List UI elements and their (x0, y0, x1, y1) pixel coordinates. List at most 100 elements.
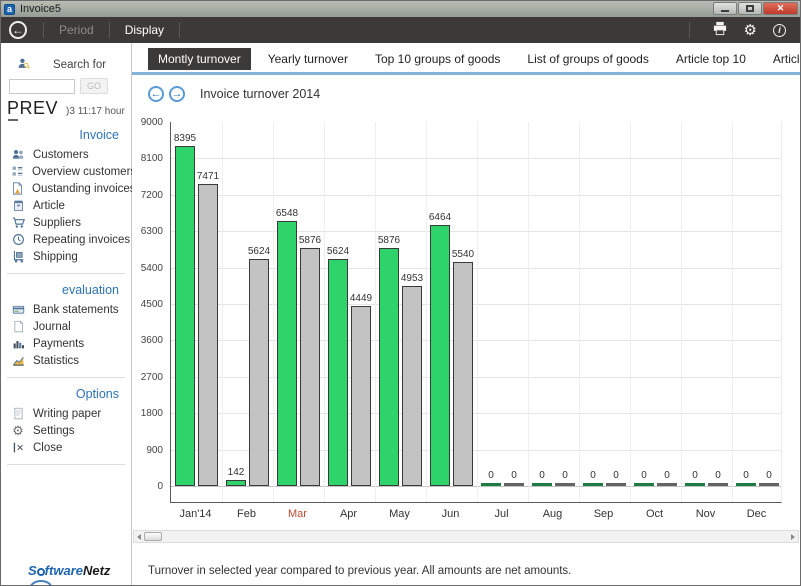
prev-year-button[interactable]: ← (148, 86, 164, 102)
payments-icon (11, 337, 25, 351)
y-tick-label: 7200 (141, 190, 163, 201)
close-app-icon (11, 441, 25, 455)
sidebar-divider (7, 377, 125, 378)
bar-current-Nov (685, 483, 705, 486)
app-window: a Invoice5 ✕ ← Period Display ⚙ i (0, 0, 801, 586)
search-input[interactable] (9, 79, 75, 94)
softwarenetz-logo: SftwareNetz (28, 563, 110, 578)
tab-article[interactable]: Article (763, 48, 801, 70)
bar-previous-Nov (708, 483, 728, 486)
partial-circle-decoration (29, 580, 53, 586)
bar-current-Jan'14 (175, 146, 195, 486)
horizontal-scrollbar[interactable] (133, 530, 799, 543)
minimize-button[interactable] (713, 2, 737, 15)
x-axis-label-Jan'14: Jan'14 (170, 508, 221, 520)
x-axis-label-May: May (374, 508, 425, 520)
y-tick-label: 3600 (141, 335, 163, 346)
sidebar-item-repeating-invoices[interactable]: Repeating invoices (1, 231, 131, 248)
printer-icon[interactable] (712, 21, 728, 39)
sidebar-item-payments[interactable]: Payments (1, 335, 131, 352)
gear-icon[interactable]: ⚙ (744, 23, 757, 38)
suppliers-icon (11, 216, 25, 230)
main-content: Montly turnover Yearly turnover Top 10 g… (132, 43, 801, 586)
scrollbar-thumb[interactable] (144, 532, 162, 541)
go-button[interactable]: GO (80, 78, 108, 94)
bar-current-Sep (583, 483, 603, 486)
bar-value-label: 5624 (318, 246, 358, 257)
gridline (171, 158, 781, 159)
repeating-invoices-icon (11, 233, 25, 247)
gridline (630, 122, 631, 502)
x-axis-labels: Jan'14FebMarAprMayJunJulAugSepOctNovDec (170, 508, 782, 524)
tab-underline (132, 72, 801, 75)
scrollbar-left-arrow-icon[interactable] (137, 534, 141, 540)
tab-article-top10[interactable]: Article top 10 (666, 48, 756, 70)
titlebar: a Invoice5 ✕ (1, 1, 800, 17)
bar-value-label: 8395 (165, 133, 205, 144)
tab-yearly-turnover[interactable]: Yearly turnover (258, 48, 358, 70)
bar-previous-Oct (657, 483, 677, 486)
x-axis-label-Sep: Sep (578, 508, 629, 520)
shipping-icon (11, 250, 25, 264)
toolbar: ← Period Display ⚙ i (1, 17, 800, 43)
scrollbar-right-arrow-icon[interactable] (791, 534, 795, 540)
bar-current-Oct (634, 483, 654, 486)
x-axis-label-Jun: Jun (425, 508, 476, 520)
journal-icon (11, 320, 25, 334)
x-axis-label-Apr: Apr (323, 508, 374, 520)
bar-value-label: 5876 (369, 235, 409, 246)
bar-current-Feb (226, 480, 246, 486)
tab-bar: Montly turnover Yearly turnover Top 10 g… (148, 48, 801, 70)
person-search-icon (11, 51, 35, 75)
window-title: Invoice5 (20, 3, 61, 15)
sidebar-item-suppliers[interactable]: Suppliers (1, 214, 131, 231)
sidebar-item-close[interactable]: Close (1, 439, 131, 456)
back-button[interactable]: ← (9, 21, 27, 39)
outstanding-invoices-icon (11, 182, 24, 196)
menu-period: Period (50, 23, 103, 37)
bar-current-Aug (532, 483, 552, 486)
customers-icon (11, 148, 25, 162)
sidebar-item-bank-statements[interactable]: Bank statements (1, 301, 131, 318)
sidebar-item-writing-paper[interactable]: Writing paper (1, 405, 131, 422)
sidebar-item-customers[interactable]: Customers (1, 146, 131, 163)
tab-top10-groups[interactable]: Top 10 groups of goods (365, 48, 510, 70)
datetime-label: )3 11:17 hour (66, 106, 125, 117)
bar-previous-Jul (504, 483, 524, 486)
bank-statements-icon (11, 303, 25, 317)
bar-previous-May (402, 286, 422, 486)
gridline (171, 231, 781, 232)
next-year-button[interactable]: → (169, 86, 185, 102)
y-tick-label: 8100 (141, 153, 163, 164)
sidebar-item-settings[interactable]: ⚙ Settings (1, 422, 131, 439)
x-axis-label-Oct: Oct (629, 508, 680, 520)
section-header-invoice: Invoice (1, 128, 131, 142)
toolbar-separator (43, 22, 44, 38)
y-tick-label: 9000 (141, 117, 163, 128)
info-icon[interactable]: i (773, 24, 786, 37)
sidebar-item-statistics[interactable]: Statistics (1, 352, 131, 369)
plot-area: 8395747114256246548587656244449587649536… (170, 122, 782, 503)
bar-value-label: 5540 (443, 249, 483, 260)
maximize-button[interactable] (738, 2, 762, 15)
overview-customers-icon (11, 165, 24, 179)
sidebar-item-article[interactable]: Article (1, 197, 131, 214)
bar-value-label: 4953 (392, 273, 432, 284)
y-tick-label: 2700 (141, 372, 163, 383)
sidebar-item-overview-customers[interactable]: Overview customers (1, 163, 131, 180)
bar-value-label: 0 (749, 470, 789, 481)
y-axis: 0900180027003600450054006300720081009000 (134, 122, 166, 503)
sidebar-item-shipping[interactable]: Shipping (1, 248, 131, 265)
search-label: Search for (53, 59, 106, 71)
close-window-button[interactable]: ✕ (763, 2, 798, 15)
bar-current-Jun (430, 225, 450, 486)
tab-list-groups[interactable]: List of groups of goods (517, 48, 658, 70)
sidebar-item-journal[interactable]: Journal (1, 318, 131, 335)
y-tick-label: 900 (146, 445, 163, 456)
bar-current-Mar (277, 221, 297, 486)
bar-value-label: 7471 (188, 171, 228, 182)
gridline (171, 195, 781, 196)
menu-display[interactable]: Display (116, 23, 173, 37)
tab-monthly-turnover[interactable]: Montly turnover (148, 48, 251, 70)
sidebar-item-outstanding-invoices[interactable]: Oustanding invoices (1, 180, 131, 197)
